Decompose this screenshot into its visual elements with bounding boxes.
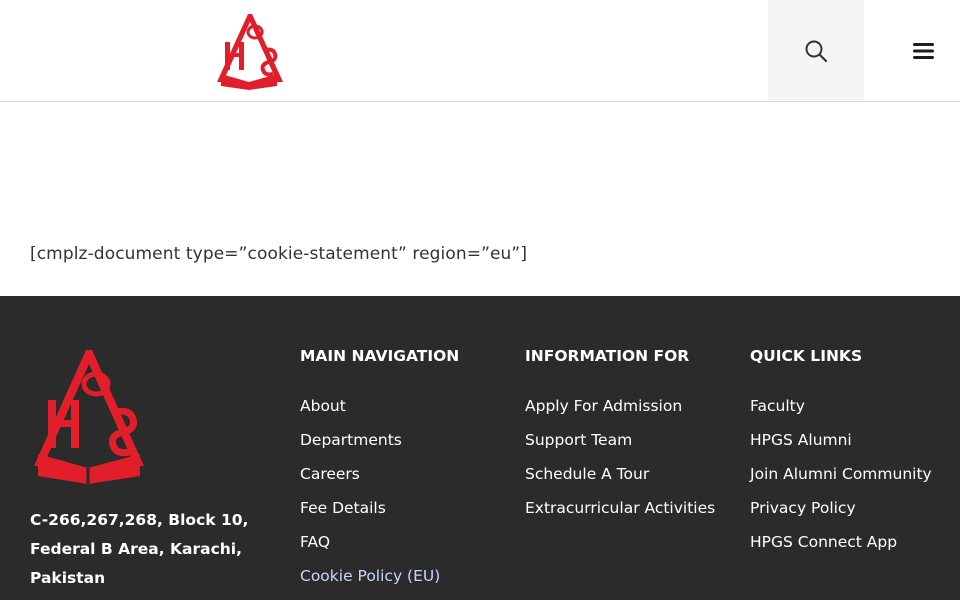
list-item: HPGS Connect App — [750, 530, 940, 554]
footer-link-cookie-policy[interactable]: Cookie Policy (EU) — [300, 567, 440, 585]
list-item: About — [300, 394, 500, 418]
page-content: [cmplz-document type=”cookie-statement” … — [0, 102, 960, 296]
list-item: Apply For Admission — [525, 394, 735, 418]
quick-links-heading: QUICK LINKS — [750, 347, 863, 365]
footer-link-support-team[interactable]: Support Team — [525, 431, 632, 449]
list-item: Support Team — [525, 428, 735, 452]
quick-links-column: QUICK LINKS Faculty HPGS Alumni Join Alu… — [750, 346, 940, 564]
information-for-heading: INFORMATION FOR — [525, 347, 690, 365]
main-navigation-heading: MAIN NAVIGATION — [300, 347, 460, 365]
hpgs-logo[interactable] — [30, 348, 148, 484]
footer-link-fee-details[interactable]: Fee Details — [300, 499, 386, 517]
list-item: Cookie Policy (EU) — [300, 564, 500, 588]
footer-link-schedule-a-tour[interactable]: Schedule A Tour — [525, 465, 649, 483]
hpgs-logo[interactable] — [215, 12, 285, 90]
footer-link-privacy-policy[interactable]: Privacy Policy — [750, 499, 856, 517]
footer-link-faq[interactable]: FAQ — [300, 533, 330, 551]
site-footer: C-266,267,268, Block 10, Federal B Area,… — [0, 296, 960, 600]
search-icon — [805, 40, 828, 62]
footer-link-extracurricular-activities[interactable]: Extracurricular Activities — [525, 499, 715, 517]
school-address: C-266,267,268, Block 10, Federal B Area,… — [30, 511, 249, 587]
list-item: Faculty — [750, 394, 940, 418]
footer-link-apply-for-admission[interactable]: Apply For Admission — [525, 397, 682, 415]
main-navigation-column: MAIN NAVIGATION About Departments Career… — [300, 346, 500, 598]
footer-link-faculty[interactable]: Faculty — [750, 397, 805, 415]
list-item: Departments — [300, 428, 500, 452]
footer-link-careers[interactable]: Careers — [300, 465, 360, 483]
list-item: Join Alumni Community — [750, 462, 940, 486]
menu-button[interactable] — [900, 30, 946, 72]
hamburger-menu-icon — [912, 43, 934, 59]
search-button[interactable] — [768, 0, 864, 101]
list-item: FAQ — [300, 530, 500, 554]
list-item: Fee Details — [300, 496, 500, 520]
list-item: HPGS Alumni — [750, 428, 940, 452]
list-item: Careers — [300, 462, 500, 486]
footer-link-about[interactable]: About — [300, 397, 346, 415]
footer-link-hpgs-connect-app[interactable]: HPGS Connect App — [750, 533, 897, 551]
information-for-column: INFORMATION FOR Apply For Admission Supp… — [525, 346, 735, 530]
list-item: Extracurricular Activities — [525, 496, 735, 520]
footer-link-hpgs-alumni[interactable]: HPGS Alumni — [750, 431, 852, 449]
footer-link-join-alumni-community[interactable]: Join Alumni Community — [750, 465, 932, 483]
site-header — [0, 0, 960, 102]
footer-link-departments[interactable]: Departments — [300, 431, 402, 449]
cookie-statement-shortcode: [cmplz-document type=”cookie-statement” … — [30, 244, 528, 264]
list-item: Privacy Policy — [750, 496, 940, 520]
list-item: Schedule A Tour — [525, 462, 735, 486]
